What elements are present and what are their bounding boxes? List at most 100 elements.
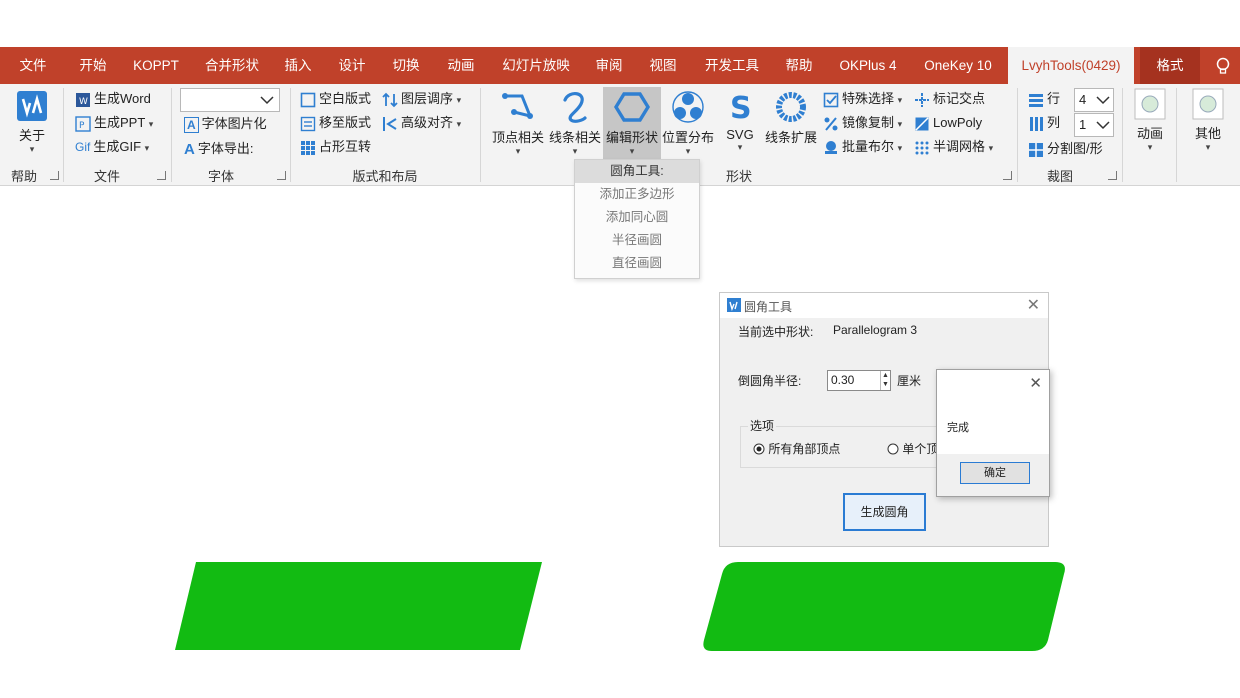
intersection-icon [915,92,929,107]
selected-shape-label: 当前选中形状: [738,325,814,339]
vertex-related-label: 顶点相关 [491,130,544,145]
chevron-down-icon [1096,96,1110,105]
batch-boolean-button[interactable]: 批量布尔 ▾ [823,136,902,158]
tab-view[interactable]: 视图 [640,47,686,84]
special-select-button[interactable]: 特殊选择 ▾ [823,88,902,110]
halftone-icon [915,141,929,155]
ring-icon [776,92,806,122]
dialog-launcher-icon[interactable] [1108,171,1117,180]
tab-lvyhtools[interactable]: LvyhTools(0429) [1008,47,1134,84]
split-image-button[interactable]: 分割图/形 [1028,138,1103,160]
cols-select[interactable]: 1 [1074,113,1114,137]
rows-label: 行 [1047,91,1061,106]
generate-gif-button[interactable]: Gif 生成GIF ▾ [75,136,149,158]
placeholder-convert-button[interactable]: 占形互转 [300,136,371,158]
close-icon[interactable]: ✕ [1027,295,1040,315]
move-to-layout-label: 移至版式 [319,115,372,130]
tab-animations[interactable]: 动画 [438,47,484,84]
edit-shape-button[interactable]: 编辑形状 ▾ [603,87,661,160]
dialog-launcher-icon[interactable] [50,171,59,180]
svg-text:S: S [730,91,752,124]
about-button[interactable]: 关于 ▾ [12,90,52,155]
option-all-corners[interactable]: 所有角部顶点 [753,440,840,457]
line-extend-button[interactable]: 线条扩展 [763,90,819,146]
line-related-label: 线条相关 [548,130,601,145]
font-export-button[interactable]: A 字体导出: [184,138,253,160]
generate-word-button[interactable]: W 生成Word [75,88,151,110]
lowpoly-button[interactable]: LowPoly [914,112,982,134]
top-margin [0,0,1240,47]
tab-design[interactable]: 设计 [330,47,374,84]
menu-item-add-concentric[interactable]: 添加同心圆 [575,206,699,229]
svg-text:P: P [79,121,85,131]
tab-slideshow[interactable]: 幻灯片放映 [494,47,578,84]
other-label: 其他 [1194,126,1221,141]
rows-select[interactable]: 4 [1074,88,1114,112]
tab-transitions[interactable]: 切换 [384,47,428,84]
menu-item-radius-circle[interactable]: 半径画圆 [575,229,699,252]
dropdown-header: 圆角工具: [575,160,699,183]
dialog-launcher-icon[interactable] [1003,171,1012,180]
font-to-image-button[interactable]: A 字体图片化 [184,113,267,135]
menu-item-diameter-circle[interactable]: 直径画圆 [575,252,699,275]
font-select[interactable] [180,88,280,112]
option-single-vertex[interactable]: 单个顶 [887,440,938,457]
font-box-icon: A [184,116,199,133]
tab-file[interactable]: 文件 [8,47,58,84]
rounded-parallelogram-shape[interactable] [700,558,1070,654]
tab-home[interactable]: 开始 [68,47,118,84]
chevron-down-icon: ▾ [515,146,521,156]
menu-item-add-polygon[interactable]: 添加正多边形 [575,183,699,206]
svg-button[interactable]: S SVG ▾ [718,90,762,153]
group-divider [480,88,481,182]
mirror-copy-button[interactable]: 镜像复制 ▾ [823,112,902,134]
message-text: 完成 [947,422,969,434]
move-to-layout-button[interactable]: 移至版式 [300,112,371,134]
group-label-shape: 形状 [725,169,752,184]
animation-button[interactable]: 动画 ▾ [1130,88,1170,153]
tab-koppt[interactable]: KOPPT [126,47,186,84]
blank-layout-button[interactable]: 空白版式 [300,88,371,110]
about-label: 关于 [18,128,45,143]
cols-label: 列 [1047,115,1061,130]
other-button[interactable]: 其他 ▾ [1188,88,1228,153]
vertex-related-button[interactable]: 顶点相关 ▾ [490,90,546,157]
lowpoly-label: LowPoly [933,115,983,130]
dialog-launcher-icon[interactable] [277,171,286,180]
ok-button[interactable]: 确定 [960,462,1030,484]
tab-format[interactable]: 格式 [1140,47,1200,84]
special-select-label: 特殊选择 [842,91,895,106]
halftone-grid-button[interactable]: 半调网格 ▾ [914,136,993,158]
position-distribute-button[interactable]: 位置分布 ▾ [660,90,716,157]
tab-help[interactable]: 帮助 [776,47,822,84]
layer-order-button[interactable]: 图层调序 ▾ [382,88,461,110]
group-label-font: 字体 [207,169,234,184]
tab-review[interactable]: 审阅 [586,47,632,84]
option-single-label: 单个顶 [902,442,939,456]
advanced-align-button[interactable]: 高级对齐 ▾ [382,112,461,134]
generate-rounded-button[interactable]: 生成圆角 [843,493,926,531]
line-related-button[interactable]: 线条相关 ▾ [547,90,603,157]
tab-okplus[interactable]: OKPlus 4 [830,47,906,84]
group-divider [1176,88,1177,182]
move-layout-icon [300,116,316,131]
tab-onekey[interactable]: OneKey 10 [914,47,1002,84]
parallelogram-shape[interactable] [170,558,550,654]
font-icon: A [184,140,195,158]
generate-ppt-button[interactable]: P 生成PPT ▾ [75,112,153,134]
group-label-file: 文件 [93,169,120,184]
radio-selected-icon [753,443,765,455]
tab-insert[interactable]: 插入 [276,47,320,84]
curve-icon [563,92,587,123]
lightbulb-icon[interactable] [1213,56,1233,76]
spinner-icon[interactable]: ▲ ▼ [880,371,890,390]
percent-icon [824,116,838,131]
group-label-crop: 裁图 [1046,169,1073,184]
tab-developer[interactable]: 开发工具 [696,47,768,84]
tab-merge-shapes[interactable]: 合并形状 [196,47,268,84]
dialog-launcher-icon[interactable] [157,171,166,180]
radius-input[interactable]: 0.30 ▲ ▼ [827,370,891,391]
close-icon[interactable]: ✕ [1029,374,1042,392]
mark-intersection-button[interactable]: 标记交点 [914,88,985,110]
chevron-down-icon: ▾ [897,143,903,153]
